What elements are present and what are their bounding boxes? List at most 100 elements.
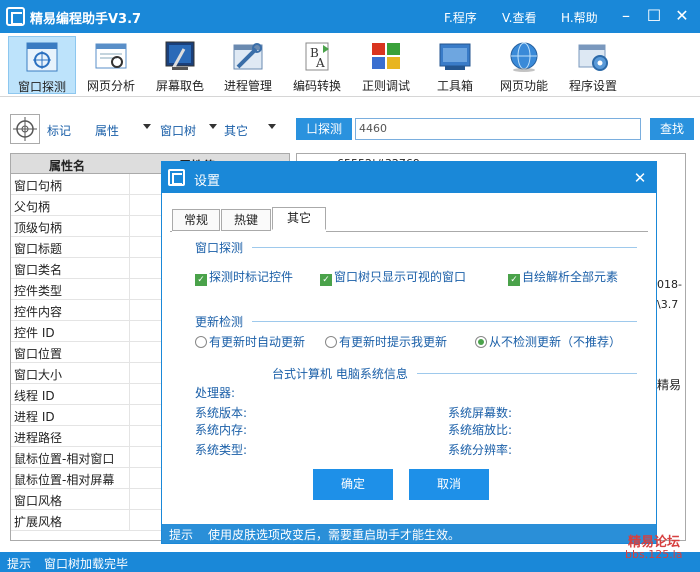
cancel-button[interactable]: 取消 <box>409 469 489 500</box>
radio-prompt-update[interactable]: 有更新时提示我更新 <box>325 333 447 350</box>
tab-other[interactable]: 其它 <box>272 207 326 230</box>
web-function-icon <box>506 39 542 73</box>
tool-process-manager[interactable]: 进程管理 <box>214 36 282 94</box>
chevron-down-icon[interactable] <box>143 124 151 129</box>
toolbox-icon <box>437 39 473 73</box>
check-icon: ✓ <box>195 274 207 286</box>
title-bar: 精易编程助手V3.7 F.程序 V.查看 H.帮助 – ☐ ✕ <box>0 0 700 33</box>
tool-label: 网页功能 <box>499 79 548 93</box>
info-screen-count: 系统屏幕数: <box>448 406 513 420</box>
tab-hotkey[interactable]: 热键 <box>221 209 271 231</box>
property-name: 进程 ID <box>14 410 55 424</box>
chevron-down-icon[interactable] <box>209 124 217 129</box>
ok-button[interactable]: 确定 <box>313 469 393 500</box>
tree-fragment: 精易 <box>657 378 682 392</box>
chevron-down-icon[interactable] <box>268 124 276 129</box>
status-label: 提示 <box>7 557 32 571</box>
close-icon[interactable]: ✕ <box>668 4 696 28</box>
tree-toggle[interactable]: 窗口树 <box>160 122 196 139</box>
dialog-title: 设置 <box>194 174 221 189</box>
tree-fragment: \3.7 <box>657 298 679 311</box>
tool-web-analysis[interactable]: 网页分析 <box>77 36 145 94</box>
property-name: 窗口位置 <box>14 347 63 361</box>
radio-label: 有更新时自动更新 <box>209 335 306 349</box>
info-cpu: 处理器: <box>195 386 236 400</box>
web-analysis-icon <box>93 39 129 73</box>
tool-encoding-convert[interactable]: BA 编码转换 <box>283 36 351 94</box>
tool-web-function[interactable]: 网页功能 <box>490 36 558 94</box>
tool-label: 正则调试 <box>361 79 410 93</box>
radio-auto-update[interactable]: 有更新时自动更新 <box>195 333 305 350</box>
radio-selected-icon <box>475 336 487 348</box>
property-name: 父句柄 <box>14 200 51 214</box>
tool-regex-debug[interactable]: 正则调试 <box>352 36 420 94</box>
menu-program[interactable]: F.程序 <box>444 9 477 26</box>
dialog-status-label: 提示 <box>169 528 194 542</box>
radio-icon <box>325 336 337 348</box>
col-header-name: 属性名 <box>49 159 86 173</box>
dialog-title-bar: 设置 ✕ <box>162 162 656 193</box>
sysinfo-title: 台式计算机 电脑系统信息 <box>272 367 408 381</box>
mark-toggle[interactable]: 标记 <box>47 122 71 139</box>
other-toggle[interactable]: 其它 <box>224 122 248 139</box>
property-name: 顶级句柄 <box>14 221 63 235</box>
svg-text:A: A <box>315 56 325 70</box>
tool-program-settings[interactable]: 程序设置 <box>559 36 627 94</box>
checkbox-label: 自绘解析全部元素 <box>522 270 619 284</box>
property-name: 扩展风格 <box>14 515 63 529</box>
find-button[interactable]: 查找 <box>650 118 694 140</box>
tool-color-picker[interactable]: 屏幕取色 <box>146 36 214 94</box>
app-logo-icon <box>6 7 25 26</box>
tree-fragment: 018- <box>657 278 682 291</box>
regex-debug-icon <box>368 39 404 73</box>
status-bar: 提示 窗口树加载完毕 <box>0 552 700 572</box>
radio-icon <box>195 336 207 348</box>
section-divider <box>417 373 637 374</box>
menu-view[interactable]: V.查看 <box>502 9 536 26</box>
tool-label: 网页分析 <box>86 79 135 93</box>
info-resolution: 系统分辨率: <box>448 443 513 457</box>
property-name: 窗口大小 <box>14 368 63 382</box>
property-name: 窗口句柄 <box>14 179 63 193</box>
status-text: 窗口树加载完毕 <box>44 557 129 571</box>
info-os-version: 系统版本: <box>195 406 248 420</box>
dialog-status-bar: 提示 使用皮肤选项改变后，需要重启助手才能生效。 <box>162 524 656 543</box>
program-settings-icon <box>575 39 611 73</box>
check-icon: ✓ <box>508 274 520 286</box>
checkbox-mark-control[interactable]: ✓ 探测时标记控件 <box>195 268 293 286</box>
probe-button[interactable]: ㄩ探测 <box>296 118 352 140</box>
app-title: 精易编程助手V3.7 <box>30 12 142 27</box>
watermark-url: bbs.125.la <box>625 548 683 561</box>
checkbox-parse-all[interactable]: ✓ 自绘解析全部元素 <box>508 268 618 286</box>
minimize-icon[interactable]: – <box>612 4 640 28</box>
tool-label: 工具箱 <box>436 79 473 93</box>
attr-toggle[interactable]: 属性 <box>95 122 119 139</box>
tab-divider <box>326 231 648 232</box>
tool-window-probe[interactable]: 窗口探测 <box>8 36 76 94</box>
property-name: 控件内容 <box>14 305 63 319</box>
property-name: 进程路径 <box>14 431 63 445</box>
tab-divider <box>170 231 172 232</box>
checkbox-visible-only[interactable]: ✓ 窗口树只显示可视的窗口 <box>320 268 466 286</box>
handle-input[interactable]: 4460 <box>355 118 641 140</box>
app-logo-icon <box>168 169 185 186</box>
menu-help[interactable]: H.帮助 <box>561 9 598 26</box>
info-memory: 系统内存: <box>195 423 248 437</box>
main-toolbar: 窗口探测 网页分析 屏幕取色 进程管理 BA 编码转换 正则调试 工具箱 网页功… <box>0 33 700 97</box>
process-manager-icon <box>230 39 266 73</box>
radio-never-update[interactable]: 从不检测更新（不推荐） <box>475 333 621 350</box>
property-name: 窗口标题 <box>14 242 63 256</box>
info-scale: 系统缩放比: <box>448 423 513 437</box>
property-name: 线程 ID <box>14 389 55 403</box>
property-name: 鼠标位置-相对屏幕 <box>14 473 115 487</box>
tab-general[interactable]: 常规 <box>172 209 220 231</box>
checkbox-label: 窗口树只显示可视的窗口 <box>334 270 467 284</box>
tool-toolbox[interactable]: 工具箱 <box>421 36 489 94</box>
close-icon[interactable]: ✕ <box>630 168 650 188</box>
maximize-icon[interactable]: ☐ <box>640 4 668 28</box>
color-picker-icon <box>162 39 198 73</box>
property-name: 鼠标位置-相对窗口 <box>14 452 115 466</box>
check-icon: ✓ <box>320 274 332 286</box>
crosshair-icon[interactable] <box>10 114 40 144</box>
probe-bar: 标记 属性 窗口树 其它 ㄩ探测 4460 查找 <box>0 110 700 148</box>
